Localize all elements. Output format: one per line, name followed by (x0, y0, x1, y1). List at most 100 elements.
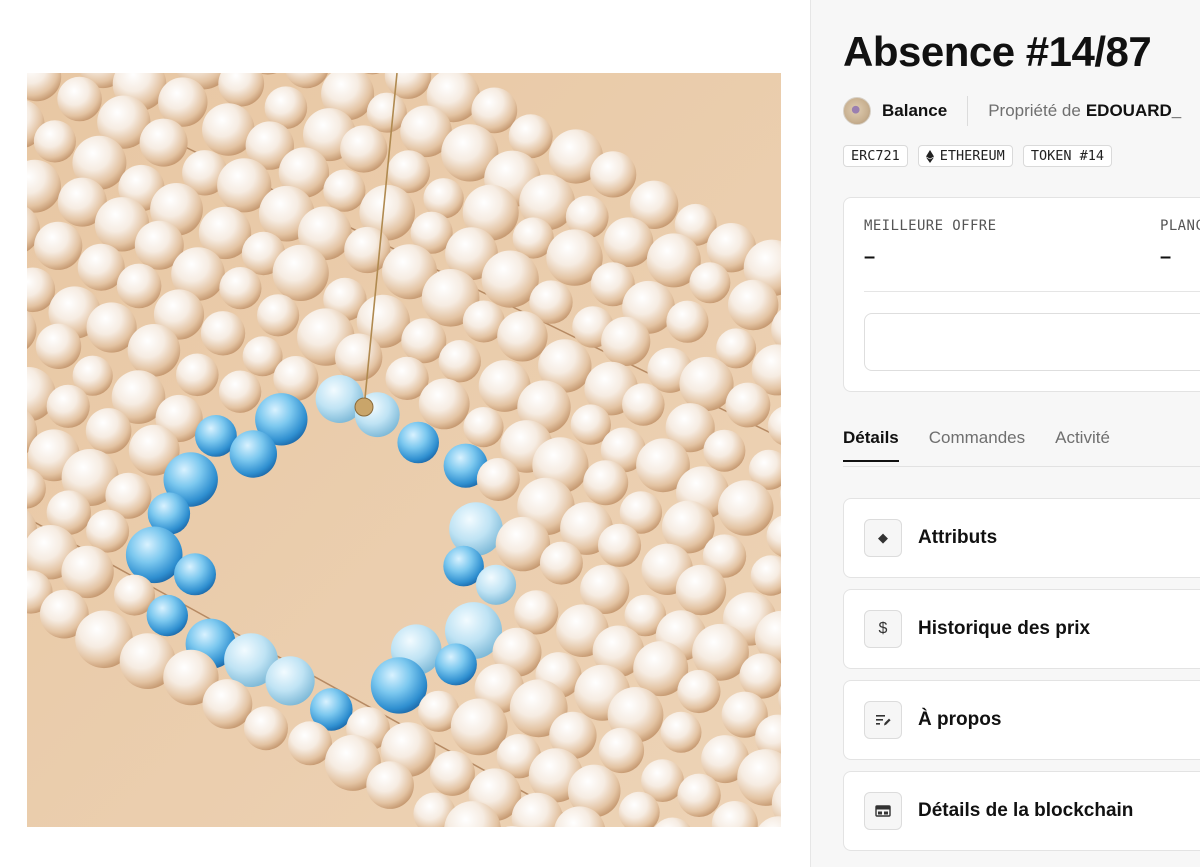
diamond-icon: ◆ (864, 519, 902, 557)
artwork-bead (176, 353, 219, 397)
artwork-bead (601, 316, 651, 366)
info-pane: Absence #14/87 Balance Propriété de EDOU… (810, 0, 1200, 867)
offer-action-button[interactable] (864, 313, 1200, 371)
section-label: Historique des prix (918, 618, 1091, 639)
artwork-bead (219, 267, 262, 310)
artwork-bead (33, 120, 76, 163)
artwork-bead (200, 311, 246, 356)
artwork-bead (34, 221, 83, 270)
artwork-bead (679, 356, 734, 412)
artwork-bead (127, 324, 181, 377)
section-label: À propos (918, 709, 1002, 730)
chip-label: ERC721 (851, 148, 900, 164)
detail-tabs: Détails Commandes Activité (843, 428, 1110, 462)
creator-link[interactable]: Balance (882, 101, 947, 121)
tab-orders[interactable]: Commandes (929, 428, 1025, 462)
artwork-bead (323, 169, 366, 212)
artwork-bead (583, 460, 629, 506)
artwork-bead (418, 378, 470, 430)
notes-edit-icon (864, 701, 902, 739)
artwork-bead (539, 541, 583, 585)
owner-prefix: Propriété de (988, 101, 1081, 120)
section-price-history[interactable]: $ Historique des prix (843, 589, 1200, 669)
artwork-bead (475, 564, 517, 605)
artwork-bead (725, 382, 771, 428)
artwork-bead (335, 333, 383, 381)
artwork-bead (370, 657, 428, 714)
artwork-bead (174, 553, 216, 596)
tab-activity[interactable]: Activité (1055, 428, 1110, 462)
artwork-bead (139, 118, 188, 167)
artwork-bead (677, 669, 721, 714)
artwork-bead (689, 262, 731, 304)
artwork-bead (703, 429, 746, 472)
artwork-bead (666, 300, 709, 343)
ethereum-icon (925, 149, 934, 163)
artwork-bead (597, 523, 642, 567)
artwork-bead (218, 370, 262, 413)
artwork-bead (514, 590, 559, 635)
artwork-gold-bead (354, 397, 374, 417)
tab-underline-track (843, 466, 1200, 467)
divider (967, 96, 969, 126)
artwork-bead (85, 408, 132, 454)
artwork-bead (35, 323, 82, 369)
artwork-bead (429, 750, 475, 796)
artwork-bead (497, 311, 548, 362)
best-offer-value: – (864, 246, 876, 268)
floor-price-value: – (1160, 246, 1172, 268)
artwork-bead (434, 643, 477, 686)
token-chips: ERC721 ETHEREUM TOKEN #14 (843, 145, 1112, 167)
creator-owner-row: Balance Propriété de EDOUARD_ (843, 96, 1181, 126)
section-label: Détails de la blockchain (918, 800, 1134, 821)
artwork-bead (660, 711, 702, 753)
avatar[interactable] (843, 97, 871, 125)
artwork-bead (476, 458, 520, 501)
artwork-bead (598, 727, 645, 774)
section-attributes[interactable]: ◆ Attributs (843, 498, 1200, 578)
artwork-bead (116, 263, 162, 309)
artwork-bead (46, 384, 90, 428)
artwork-bead (146, 594, 188, 637)
artwork-bead (397, 421, 440, 464)
offer-card: MEILLEURE OFFRE – PLANC – (843, 197, 1200, 392)
best-offer-label: MEILLEURE OFFRE (864, 218, 997, 234)
chip-label: ETHEREUM (939, 148, 1005, 164)
artwork-bead (272, 244, 329, 301)
section-label: Attributs (918, 527, 998, 548)
artwork-canvas (27, 73, 781, 827)
artwork-bead (590, 151, 637, 198)
section-blockchain-details[interactable]: Détails de la blockchain (843, 771, 1200, 851)
artwork-image[interactable] (27, 73, 781, 827)
artwork-bead (265, 656, 315, 706)
section-about[interactable]: À propos (843, 680, 1200, 760)
tab-details[interactable]: Détails (843, 428, 899, 462)
artwork-bead (257, 294, 300, 337)
artwork-bead (229, 430, 277, 478)
artwork-bead (57, 76, 102, 122)
artwork-bead (622, 383, 665, 426)
artwork-bead (603, 217, 654, 267)
dollar-icon: $ (864, 610, 902, 648)
owner-link[interactable]: EDOUARD_ (1086, 101, 1181, 121)
media-pane (0, 0, 810, 867)
artwork-bead (463, 407, 504, 448)
floor-price-block: PLANC – (1160, 218, 1200, 269)
chip-token-id: TOKEN #14 (1022, 145, 1112, 167)
chip-chain: ETHEREUM (917, 145, 1013, 167)
artwork-bead (366, 761, 414, 809)
artwork-bead (677, 773, 721, 817)
artwork-bead (717, 480, 774, 536)
artwork-bead (202, 679, 253, 729)
chip-standard: ERC721 (843, 145, 908, 167)
artwork-bead (340, 125, 388, 173)
blockchain-block-icon (864, 792, 902, 830)
artwork-bead (438, 340, 481, 383)
artwork-bead (244, 706, 288, 751)
chip-label: TOKEN #14 (1030, 148, 1104, 164)
artwork-bead (86, 509, 130, 553)
floor-price-label: PLANC (1160, 218, 1200, 234)
offer-divider (864, 291, 1200, 292)
artwork-bead (675, 564, 727, 616)
page-title: Absence #14/87 (843, 28, 1152, 75)
